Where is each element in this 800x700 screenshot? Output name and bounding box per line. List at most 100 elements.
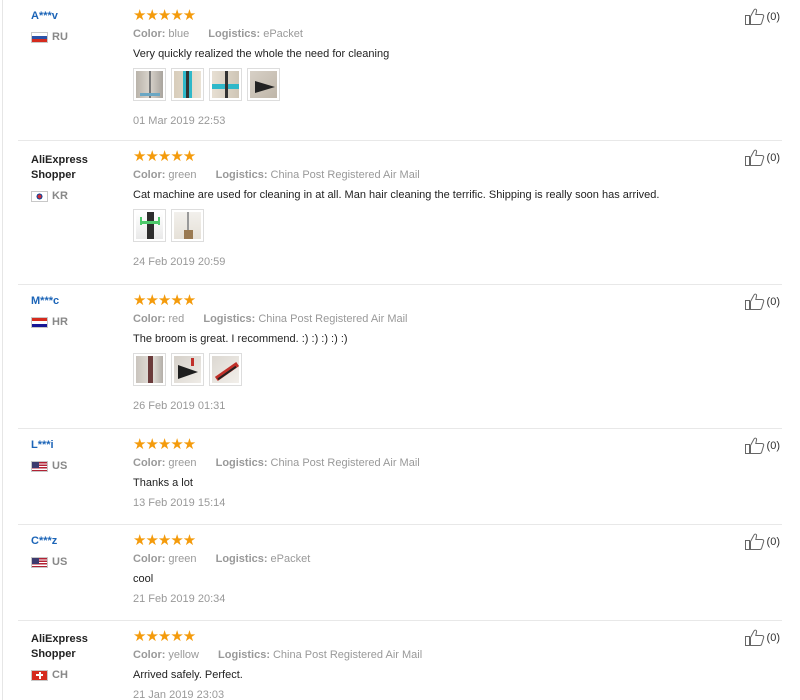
country-code: US (52, 460, 68, 472)
review-content: ★★★★★ Color: yellow Logistics: China Post … (133, 628, 713, 700)
rating-stars: ★★★★★ (133, 7, 196, 24)
color-label: Color: (133, 28, 166, 40)
reviewer-country: CH (31, 668, 121, 682)
color-label: Color: (133, 169, 166, 181)
country-code: RU (52, 31, 68, 43)
thumbs-up-icon (744, 8, 764, 25)
review-date: 24 Feb 2019 20:59 (133, 256, 226, 268)
color-value: green (168, 169, 197, 181)
rating-stars: ★★★★★ (133, 436, 196, 453)
review-item: A***v RU ★★★★★ Color: blue Logistics: ePac… (18, 0, 782, 141)
color-label: Color: (133, 457, 166, 469)
usa-flag-icon (31, 556, 48, 568)
order-attributes: Color: blue Logistics: ePacket (133, 27, 713, 41)
helpful-button[interactable]: (0) (744, 8, 780, 25)
review-photos (133, 209, 713, 243)
reviewer-country: HR (31, 315, 121, 329)
thumbs-up-icon (744, 437, 764, 454)
review-text: Thanks a lot (133, 477, 193, 489)
reviewer-name[interactable]: AliExpress Shopper (31, 632, 121, 662)
reviewer-info: L***i US (31, 438, 121, 473)
helpful-button[interactable]: (0) (744, 629, 780, 646)
color-label: Color: (133, 649, 166, 661)
croatia-flag-icon (31, 316, 48, 328)
reviewer-country: KR (31, 189, 121, 203)
review-text: The broom is great. I recommend. :) :) :… (133, 333, 348, 345)
reviewer-name[interactable]: L***i (31, 438, 121, 453)
review-photo-thumbnail[interactable] (171, 209, 204, 242)
reviewer-info: AliExpress Shopper CH (31, 632, 121, 682)
reviewer-name[interactable]: M***c (31, 294, 121, 309)
reviewer-info: A***v RU (31, 9, 121, 44)
helpful-count: (0) (766, 535, 780, 548)
helpful-button[interactable]: (0) (744, 437, 780, 454)
review-item: L***i US ★★★★★ Color: green Logistics: Chi… (18, 429, 782, 525)
logistics-label: Logistics: (208, 28, 261, 40)
logistics-label: Logistics: (203, 313, 256, 325)
review-text: Very quickly realized the whole the need… (133, 48, 390, 60)
review-content: ★★★★★ Color: green Logistics: China Post R… (133, 149, 713, 269)
review-item: AliExpress Shopper KR ★★★★★ Color: green … (18, 141, 782, 285)
review-content: ★★★★★ Color: green Logistics: China Post R… (133, 436, 713, 510)
helpful-count: (0) (766, 439, 780, 452)
logistics-value: ePacket (263, 28, 303, 40)
review-text: cool (133, 573, 154, 585)
thumbs-up-icon (744, 293, 764, 310)
country-code: US (52, 556, 68, 568)
reviewer-info: AliExpress Shopper KR (31, 153, 121, 203)
order-attributes: Color: green Logistics: China Post Registe… (133, 456, 713, 470)
logistics-label: Logistics: (215, 457, 268, 469)
russia-flag-icon (31, 31, 48, 43)
reviewer-name[interactable]: AliExpress Shopper (31, 153, 121, 183)
review-photo-thumbnail[interactable] (171, 68, 204, 101)
helpful-button[interactable]: (0) (744, 149, 780, 166)
reviewer-country: RU (31, 30, 121, 44)
usa-flag-icon (31, 460, 48, 472)
reviewer-info: C***z US (31, 534, 121, 569)
reviewer-name[interactable]: C***z (31, 534, 121, 549)
rating-stars: ★★★★★ (133, 628, 196, 645)
review-date: 01 Mar 2019 22:53 (133, 115, 226, 127)
review-photo-thumbnail[interactable] (209, 353, 242, 386)
reviewer-country: US (31, 555, 121, 569)
logistics-label: Logistics: (215, 169, 268, 181)
logistics-label: Logistics: (215, 553, 268, 565)
review-content: ★★★★★ Color: red Logistics: China Post Reg… (133, 292, 713, 413)
helpful-button[interactable]: (0) (744, 533, 780, 550)
thumbs-up-icon (744, 149, 764, 166)
review-photo-thumbnail[interactable] (171, 353, 204, 386)
logistics-value: ePacket (270, 553, 311, 565)
review-photo-thumbnail[interactable] (133, 353, 166, 386)
reviewer-name[interactable]: A***v (31, 9, 121, 24)
review-content: ★★★★★ Color: green Logistics: ePacket cool… (133, 533, 713, 606)
review-photo-thumbnail[interactable] (133, 68, 166, 101)
review-content: ★★★★★ Color: blue Logistics: ePacket Very … (133, 7, 713, 128)
south-korea-flag-icon (31, 190, 48, 202)
logistics-value: China Post Registered Air Mail (272, 649, 423, 661)
helpful-count: (0) (766, 10, 780, 23)
review-item: M***c HR ★★★★★ Color: red Logistics: China… (18, 285, 782, 429)
order-attributes: Color: yellow Logistics: China Post Regist… (133, 648, 713, 662)
review-photo-thumbnail[interactable] (133, 209, 166, 242)
country-code: HR (52, 316, 68, 328)
country-code: KR (52, 190, 68, 202)
review-photo-thumbnail[interactable] (209, 68, 242, 101)
color-value: red (168, 313, 185, 325)
review-photos (133, 68, 713, 102)
reviews-page: A***v RU ★★★★★ Color: blue Logistics: ePac… (0, 0, 800, 700)
logistics-value: China Post Registered Air Mail (270, 169, 420, 181)
country-code: CH (52, 669, 68, 681)
rating-stars: ★★★★★ (133, 292, 196, 309)
color-value: yellow (168, 649, 199, 661)
switzerland-flag-icon (31, 669, 48, 681)
helpful-button[interactable]: (0) (744, 293, 780, 310)
review-text: Cat machine are used for cleaning in at … (133, 189, 660, 201)
color-label: Color: (133, 553, 166, 565)
helpful-count: (0) (766, 295, 780, 308)
order-attributes: Color: green Logistics: ePacket (133, 552, 713, 566)
color-value: green (168, 553, 197, 565)
review-photo-thumbnail[interactable] (247, 68, 280, 101)
review-date: 21 Feb 2019 20:34 (133, 593, 226, 605)
color-value: blue (168, 28, 190, 40)
order-attributes: Color: green Logistics: China Post Registe… (133, 168, 713, 182)
